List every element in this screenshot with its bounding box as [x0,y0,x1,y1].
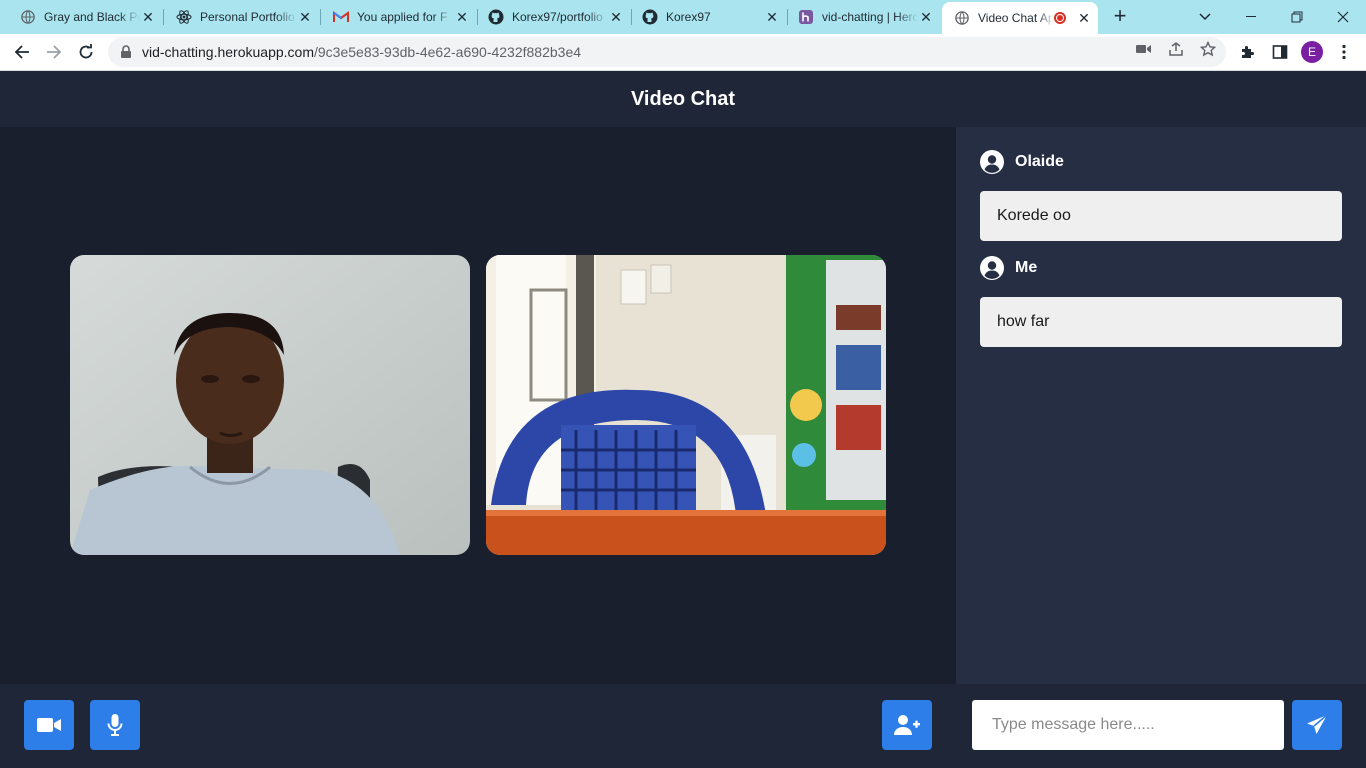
browser-toolbar: vid-chatting.herokuapp.com/9c3e5e83-93db… [0,34,1366,71]
page-title: Video Chat [630,87,736,110]
globe-icon [954,10,970,26]
chevron-down-icon [1199,13,1211,21]
user-circle-icon [980,256,1004,280]
reload-icon [79,44,93,59]
call-controls [0,684,956,768]
message-bubble: Korede oo [980,191,1342,241]
camera-indicator-icon[interactable] [1136,41,1152,57]
browser-tab-active[interactable]: Video Chat App ✕ [942,2,1098,34]
react-icon [176,9,192,25]
sender-name: Olaide [1015,153,1064,170]
local-video [486,255,886,555]
close-tab-icon[interactable]: ✕ [608,9,624,26]
restore-button[interactable] [1274,0,1320,34]
browser-tab-3[interactable]: You applied for F ✕ [321,0,476,34]
invite-user-button[interactable] [882,700,932,750]
browser-tab-1[interactable]: Gray and Black Portfolio ✕ [0,0,162,34]
gmail-icon [333,9,349,25]
tab-title: Korex97 [666,10,711,24]
close-tab-icon[interactable]: ✕ [297,9,313,26]
tab-title: Gray and Black Portfolio [44,10,140,24]
microphone-icon [107,714,123,736]
reload-button[interactable] [74,40,98,64]
github-icon [488,9,504,25]
bookmark-star-icon[interactable] [1200,41,1216,57]
tab-title: vid-chatting | Heroku [822,10,918,24]
video-stage [0,127,956,684]
share-icon[interactable] [1168,41,1184,57]
profile-avatar[interactable]: E [1301,41,1323,63]
heroku-icon [798,9,814,25]
url-host: vid-chatting.herokuapp.com [142,44,314,60]
close-tab-icon[interactable]: ✕ [918,9,934,26]
url-path: /9c3e5e83-93db-4e62-a690-4232f882b3e4 [314,44,582,60]
browser-tab-bar: Gray and Black Portfolio ✕ Personal Port… [0,0,1366,34]
arrow-right-icon [47,45,62,59]
browser-tab-4[interactable]: Korex97/portfolio ✕ [478,0,630,34]
message-input[interactable] [972,700,1284,750]
recording-icon [1054,12,1066,24]
video-camera-icon [37,718,61,732]
minimize-button[interactable] [1228,0,1274,34]
sender-name: Me [1015,259,1038,276]
message-bubble: how far [980,297,1342,347]
globe-icon [20,9,36,25]
user-circle-icon [980,150,1004,174]
side-panel-icon [1272,45,1288,59]
browser-tab-5[interactable]: Korex97 ✕ [632,0,786,34]
app-header: Video Chat [0,71,1366,127]
tab-title: You applied for F [357,10,448,24]
user-plus-icon [894,715,920,735]
remote-video [70,255,470,555]
browser-tab-2[interactable]: Personal Portfolio ✕ [164,0,319,34]
chat-composer [956,684,1366,768]
puzzle-icon [1242,46,1254,58]
browser-tab-6[interactable]: vid-chatting | Heroku ✕ [788,0,940,34]
toggle-camera-button[interactable] [24,700,74,750]
kebab-menu-icon [1342,44,1346,60]
close-tab-icon[interactable]: ✕ [140,9,156,26]
tab-title: Personal Portfolio [200,10,295,24]
lock-icon [121,45,131,58]
address-bar[interactable]: vid-chatting.herokuapp.com/9c3e5e83-93db… [108,37,1226,67]
back-button[interactable] [10,40,34,64]
message-sender: Me [980,256,1037,280]
close-window-button[interactable] [1320,0,1366,34]
paper-plane-icon [1307,714,1328,734]
forward-button[interactable] [42,40,66,64]
extensions-button[interactable] [1236,40,1260,64]
chat-panel: Olaide Korede oo Me how far [956,127,1366,768]
close-tab-icon[interactable]: ✕ [764,9,780,26]
new-tab-button[interactable]: + [1108,5,1132,29]
arrow-left-icon [14,45,29,59]
toggle-microphone-button[interactable] [90,700,140,750]
browser-menu-button[interactable] [1332,40,1356,64]
message-sender: Olaide [980,150,1064,174]
close-tab-icon[interactable]: ✕ [1076,10,1092,27]
github-icon [642,9,658,25]
tab-search-button[interactable] [1182,0,1228,34]
side-panel-button[interactable] [1268,40,1292,64]
tab-title: Korex97/portfolio [512,10,603,24]
close-tab-icon[interactable]: ✕ [454,9,470,26]
tab-title: Video Chat App [978,11,1054,25]
send-message-button[interactable] [1292,700,1342,750]
